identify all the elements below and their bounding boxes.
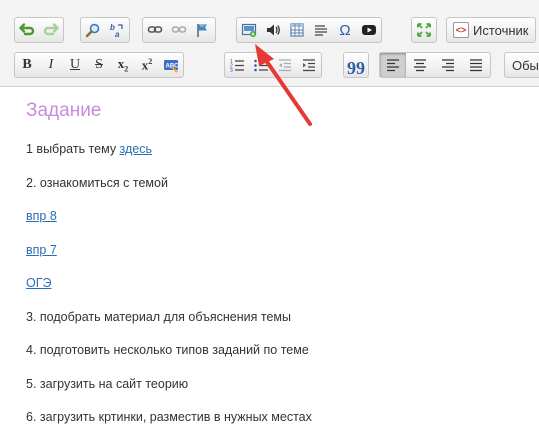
task-item-2: 2. ознакомиться с темой bbox=[26, 175, 168, 190]
blockquote-group: 99 bbox=[343, 52, 369, 78]
underline-icon: U bbox=[69, 57, 81, 72]
align-center-icon bbox=[414, 59, 426, 72]
numbered-list-button[interactable]: 123 bbox=[225, 53, 249, 77]
remove-format-button[interactable]: ABC bbox=[159, 53, 183, 77]
vpr8-item: впр 8 bbox=[26, 209, 529, 243]
superscript-button[interactable]: x2 bbox=[135, 53, 159, 77]
bold-button[interactable]: B bbox=[15, 53, 39, 77]
blockquote-icon: 99 bbox=[347, 57, 365, 78]
italic-icon: I bbox=[48, 57, 54, 72]
bulleted-list-button[interactable] bbox=[249, 53, 273, 77]
audio-icon bbox=[267, 24, 280, 36]
replace-icon: ba bbox=[110, 23, 123, 38]
redo-button[interactable] bbox=[39, 18, 63, 42]
table-button[interactable] bbox=[285, 18, 309, 42]
vpr8-link[interactable]: впр 8 bbox=[26, 209, 57, 223]
find-icon bbox=[85, 23, 100, 38]
source-button[interactable]: <> Источник bbox=[447, 18, 535, 42]
image-button[interactable] bbox=[237, 18, 261, 42]
link-group bbox=[142, 17, 216, 43]
task-item-4: 4. подготовить несколько типов заданий п… bbox=[26, 343, 309, 357]
unlink-icon bbox=[171, 26, 187, 33]
vpr7-item: впр 7 bbox=[26, 243, 529, 277]
undo-button[interactable] bbox=[15, 18, 39, 42]
source-group: <> Источник bbox=[446, 17, 536, 43]
svg-text:3: 3 bbox=[230, 68, 233, 73]
here-link[interactable]: здесь bbox=[120, 142, 152, 156]
source-label: Источник bbox=[473, 22, 529, 38]
editor-content[interactable]: Задание 1 выбрать тему здесь 2. ознакоми… bbox=[26, 96, 529, 444]
oge-item: ОГЭ bbox=[26, 276, 529, 310]
align-right-icon bbox=[442, 59, 454, 72]
indent-button[interactable] bbox=[297, 53, 321, 77]
editor-toolbar: ba Ω <> Источник B I U S x2 x2 ABC 1 2 3… bbox=[0, 0, 539, 87]
justify-button[interactable] bbox=[462, 53, 490, 77]
undo-redo-group bbox=[14, 17, 64, 43]
undo-icon bbox=[19, 23, 35, 36]
find-replace-group: ba bbox=[80, 17, 130, 43]
align-left-icon bbox=[387, 59, 399, 72]
list-indent-group: 123 bbox=[224, 52, 322, 78]
format-dropdown[interactable]: Обычн bbox=[504, 52, 539, 78]
redo-icon bbox=[43, 23, 59, 36]
unlink-button[interactable] bbox=[167, 18, 191, 42]
replace-button[interactable]: ba bbox=[105, 18, 129, 42]
task-item-5: 5. загрузить на сайт теорию bbox=[26, 376, 189, 391]
align-right-button[interactable] bbox=[434, 53, 462, 77]
insert-group: Ω bbox=[236, 17, 382, 43]
bold-icon: B bbox=[22, 57, 32, 72]
strike-button[interactable]: S bbox=[87, 53, 111, 77]
subscript-button[interactable]: x2 bbox=[111, 53, 135, 77]
outdent-icon bbox=[279, 59, 291, 72]
link-icon bbox=[147, 26, 163, 33]
special-char-button[interactable]: Ω bbox=[333, 18, 357, 42]
blockquote-button[interactable]: 99 bbox=[344, 53, 368, 78]
find-button[interactable] bbox=[81, 18, 105, 42]
task-item-3: 3. подобрать материал для объяснения тем… bbox=[26, 309, 292, 324]
anchor-flag-icon bbox=[197, 24, 207, 37]
youtube-icon bbox=[362, 25, 376, 35]
task-item-6: 6. загрузить кртинки, разместив в нужных… bbox=[26, 410, 312, 424]
document-heading: Задание bbox=[26, 100, 102, 121]
youtube-button[interactable] bbox=[357, 18, 381, 42]
justify-icon bbox=[470, 59, 482, 72]
maximize-button[interactable] bbox=[412, 18, 436, 42]
numbered-list-icon: 123 bbox=[230, 59, 244, 73]
strike-icon: S bbox=[95, 57, 103, 72]
anchor-button[interactable] bbox=[191, 18, 215, 42]
horizontal-rule-icon bbox=[315, 25, 327, 36]
indent-icon bbox=[303, 59, 315, 72]
vpr7-link[interactable]: впр 7 bbox=[26, 243, 57, 257]
outdent-button[interactable] bbox=[273, 53, 297, 77]
superscript-icon: x2 bbox=[141, 56, 153, 73]
omega-icon: Ω bbox=[339, 21, 351, 39]
italic-button[interactable]: I bbox=[39, 53, 63, 77]
remove-format-icon: ABC bbox=[164, 60, 179, 73]
oge-link[interactable]: ОГЭ bbox=[26, 276, 51, 290]
align-center-button[interactable] bbox=[406, 53, 434, 77]
align-left-button[interactable] bbox=[380, 53, 406, 77]
format-value: Обычн bbox=[512, 58, 539, 73]
svg-text:a: a bbox=[115, 30, 120, 38]
task-item-1: 1 выбрать тему здесь bbox=[26, 142, 153, 156]
bulleted-list-icon bbox=[254, 59, 268, 72]
table-icon bbox=[290, 23, 304, 37]
horizontal-rule-button[interactable] bbox=[309, 18, 333, 42]
audio-button[interactable] bbox=[261, 18, 285, 42]
subscript-icon: x2 bbox=[117, 56, 129, 74]
link-button[interactable] bbox=[143, 18, 167, 42]
basic-styles-group: B I U S x2 x2 ABC bbox=[14, 52, 184, 78]
maximize-group bbox=[411, 17, 437, 43]
image-icon bbox=[241, 23, 257, 37]
alignment-group bbox=[379, 52, 491, 78]
maximize-icon bbox=[417, 23, 431, 37]
underline-button[interactable]: U bbox=[63, 53, 87, 77]
source-code-icon: <> bbox=[453, 22, 469, 38]
